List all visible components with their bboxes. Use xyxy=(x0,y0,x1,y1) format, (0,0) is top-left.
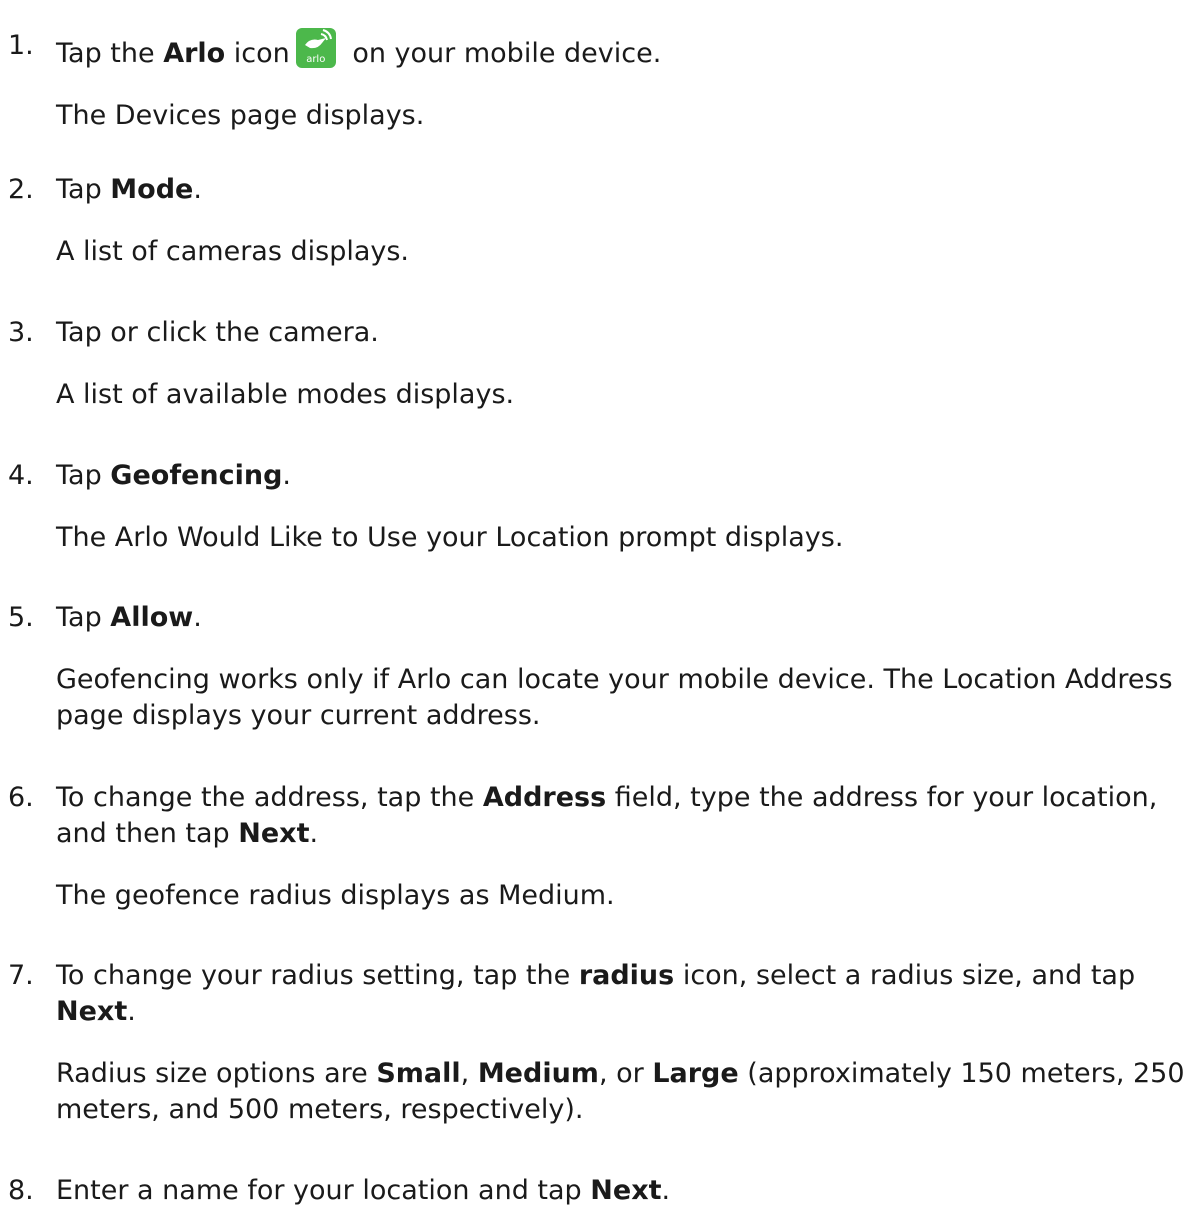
step-instruction: Enter a name for your location and tap N… xyxy=(56,1175,671,1206)
app-name: Arlo xyxy=(163,38,226,69)
step-number: 2. xyxy=(8,174,34,205)
step-instruction: Tap the Arlo icon arlo on your mobile dev… xyxy=(56,28,1188,72)
step-instruction: Tap Geofencing. xyxy=(56,460,292,491)
step-2: 2. Tap Mode. A list of cameras displays. xyxy=(8,172,1188,270)
step-6: 6. To change the address, tap the Addres… xyxy=(8,780,1188,914)
step-8: 8. Enter a name for your location and ta… xyxy=(8,1173,1188,1209)
step-number: 8. xyxy=(8,1175,34,1206)
step-number: 1. xyxy=(8,30,34,61)
step-result: A list of available modes displays. xyxy=(56,379,515,410)
step-instruction: Tap Mode. xyxy=(56,174,202,205)
step-1: 1. Tap the Arlo icon arlo on your mobile … xyxy=(8,28,1188,134)
step-instruction: Tap Allow. xyxy=(56,602,202,633)
instruction-steps: 1. Tap the Arlo icon arlo on your mobile … xyxy=(0,0,1197,1223)
step-instruction: To change your radius setting, tap the r… xyxy=(56,960,1136,1027)
step-instruction: Tap or click the camera. xyxy=(56,317,379,348)
arlo-icon-label: arlo xyxy=(306,54,326,65)
step-7: 7. To change your radius setting, tap th… xyxy=(8,958,1188,1128)
step-number: 3. xyxy=(8,317,34,348)
step-result: The geofence radius displays as Medium. xyxy=(56,880,615,911)
step-3: 3. Tap or click the camera. A list of av… xyxy=(8,315,1188,413)
step-result: A list of cameras displays. xyxy=(56,236,410,267)
step-5: 5. Tap Allow. Geofencing works only if A… xyxy=(8,600,1188,734)
step-4: 4. Tap Geofencing. The Arlo Would Like t… xyxy=(8,458,1188,556)
step-result: Radius size options are Small, Medium, o… xyxy=(56,1058,1185,1125)
step-number: 4. xyxy=(8,460,34,491)
step-result: The Devices page displays. xyxy=(56,100,425,131)
step-number: 5. xyxy=(8,602,34,633)
step-number: 6. xyxy=(8,782,34,813)
step-number: 7. xyxy=(8,960,34,991)
step-result: Geofencing works only if Arlo can locate… xyxy=(56,664,1173,731)
step-result: The Arlo Would Like to Use your Location… xyxy=(56,522,844,553)
step-instruction: To change the address, tap the Address f… xyxy=(56,782,1158,849)
arlo-app-icon: arlo xyxy=(295,28,336,68)
